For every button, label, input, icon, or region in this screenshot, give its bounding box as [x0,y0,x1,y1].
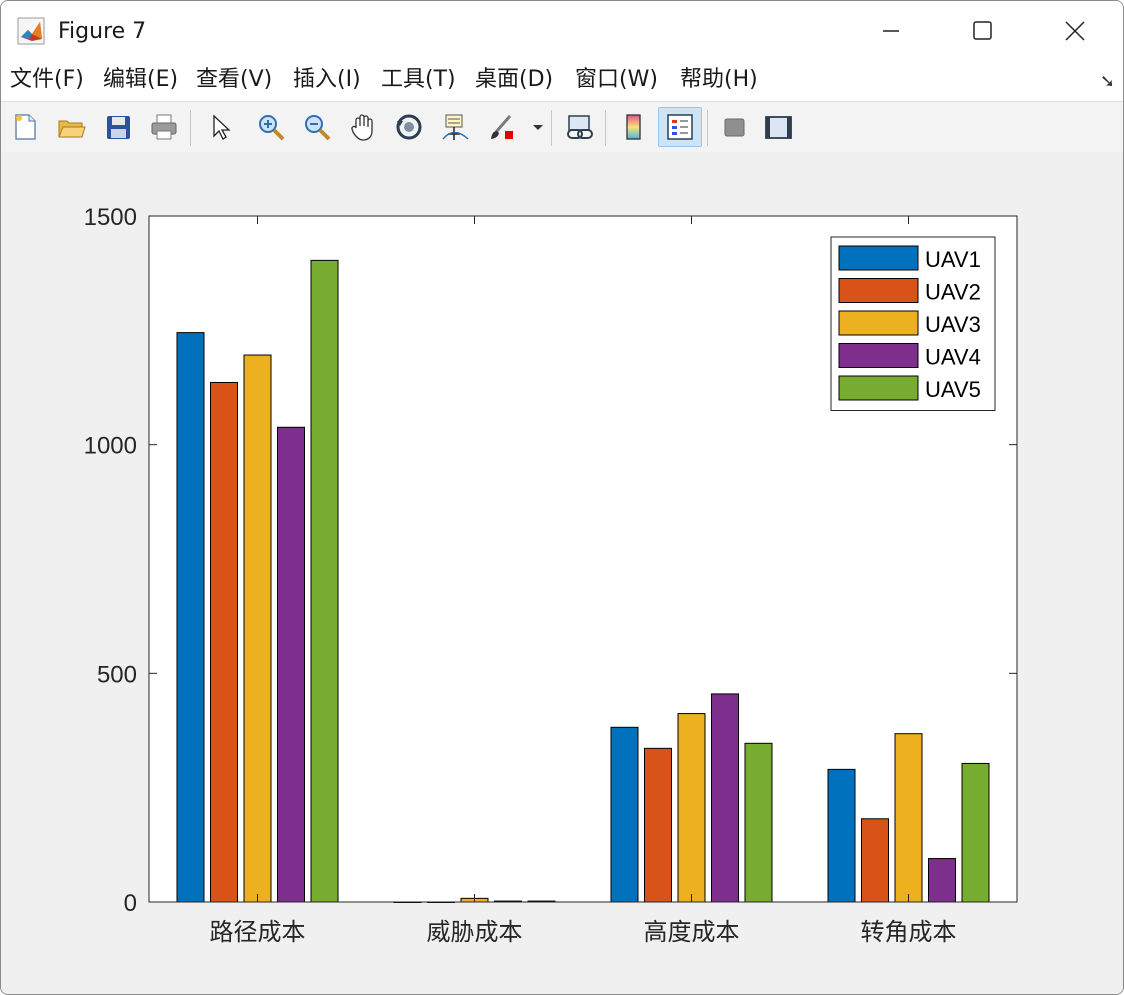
bar-uav4-0 [277,426,305,903]
bar-uav2-0 [210,381,238,903]
data-cursor-button[interactable] [437,107,473,147]
rotate-3d-icon [396,114,422,140]
show-plot-tools-icon [765,116,792,139]
minimize-button[interactable] [861,11,921,51]
legend-label-uav1: UAV1 [925,247,981,272]
legend-button[interactable] [658,107,702,147]
pan-hand-icon [351,114,373,141]
zoom-out-icon [305,115,331,141]
print-button[interactable] [146,107,182,147]
x-tick-label: 转角成本 [861,918,957,946]
save-button[interactable] [100,107,136,147]
zoom-in-icon [259,115,285,141]
select-pointer-button[interactable] [201,107,237,147]
bar-uav2-2 [644,747,672,903]
print-icon [151,114,177,140]
colorbar-button[interactable] [615,107,651,147]
menu-edit[interactable]: 编辑(E) [103,65,178,95]
save-icon [107,116,130,139]
brush-dropdown-icon [533,125,543,130]
toolbar-separator [707,110,708,146]
zoom-out-button[interactable] [299,107,335,147]
y-tick-label: 1500 [84,204,137,231]
link-plot-icon [566,115,593,139]
legend-swatch-uav5 [838,375,919,401]
menu-insert[interactable]: 插入(I) [293,65,361,95]
new-figure-icon [15,114,36,140]
menu-window[interactable]: 窗口(W) [575,65,658,95]
menu-tools[interactable]: 工具(T) [381,65,456,95]
toolbar-separator [551,110,552,146]
menu-bar: 文件(F) 编辑(E) 查看(V) 插入(I) 工具(T) 桌面(D) 窗口(W… [1,61,1123,101]
y-tick-label: 0 [124,890,137,917]
maximize-icon [973,21,992,40]
bar-uav1-3 [827,768,856,903]
bar-uav5-2 [744,742,773,903]
legend-label-uav3: UAV3 [925,312,981,337]
hide-plot-tools-icon [724,118,745,137]
bar-uav3-3 [894,733,923,903]
x-tick-label: 路径成本 [210,918,306,946]
new-figure-button[interactable] [7,107,43,147]
bar-uav4-3 [928,858,956,903]
dock-arrow-icon[interactable]: ➘ [1100,71,1115,92]
bar-uav1-0 [176,332,205,903]
x-tick-label: 高度成本 [644,918,740,946]
open-file-icon [58,120,86,138]
menu-view[interactable]: 查看(V) [196,65,272,95]
brush-button[interactable] [483,107,519,147]
open-file-button[interactable] [53,107,89,147]
figure-window: Figure 7 文件(F) 编辑(E) 查看(V) 插入(I) 工具(T) 桌… [0,0,1124,995]
bar-chart: 0 500 1000 1500 路径成本 威胁成本 高度成本 转角成本 UAV1 UAV2 UAV… [84,204,1018,946]
legend-swatch-uav4 [838,343,919,368]
select-pointer-icon [213,114,231,140]
data-cursor-icon [442,114,469,140]
minimize-icon [883,30,899,32]
close-icon [1065,21,1085,41]
zoom-in-button[interactable] [253,107,289,147]
bar-uav1-2 [610,726,639,903]
toolbar-separator [190,110,191,146]
matlab-logo-icon [17,17,45,45]
bar-uav3-0 [243,354,272,903]
hide-plot-tools-button[interactable] [716,107,752,147]
link-plot-button[interactable] [561,107,597,147]
window-title: Figure 7 [58,19,147,44]
x-tick-label: 威胁成本 [427,918,523,946]
legend-swatch-uav1 [838,245,919,271]
brush-dropdown-button[interactable] [529,107,547,147]
bar-uav2-3 [861,818,889,903]
colorbar-icon [626,114,641,140]
title-bar[interactable]: Figure 7 [1,1,1123,61]
legend-label-uav5: UAV5 [925,377,981,402]
rotate-3d-button[interactable] [391,107,427,147]
menu-help[interactable]: 帮助(H) [680,65,758,95]
bar-uav5-0 [310,259,339,903]
bar-uav5-3 [961,762,990,903]
y-tick-label: 1000 [84,433,137,460]
close-button[interactable] [1045,11,1105,51]
menu-file[interactable]: 文件(F) [10,65,84,95]
y-tick-label: 500 [97,661,137,688]
figure-toolbar [1,101,1123,153]
legend-label-uav4: UAV4 [925,345,981,370]
legend-label-uav2: UAV2 [925,280,981,305]
brush-icon [491,115,513,139]
legend-icon [667,114,693,140]
menu-desktop[interactable]: 桌面(D) [475,65,553,95]
toolbar-separator [605,110,606,146]
pan-button[interactable] [345,107,381,147]
legend-swatch-uav3 [838,310,919,336]
maximize-button[interactable] [953,11,1013,51]
bar-uav4-2 [711,693,739,903]
figure-canvas: 0 500 1000 1500 路径成本 威胁成本 高度成本 转角成本 UAV1 UAV2 UAV… [1,152,1123,994]
legend-swatch-uav2 [838,278,919,303]
bar-uav3-2 [677,713,706,903]
show-plot-tools-button[interactable] [760,107,796,147]
